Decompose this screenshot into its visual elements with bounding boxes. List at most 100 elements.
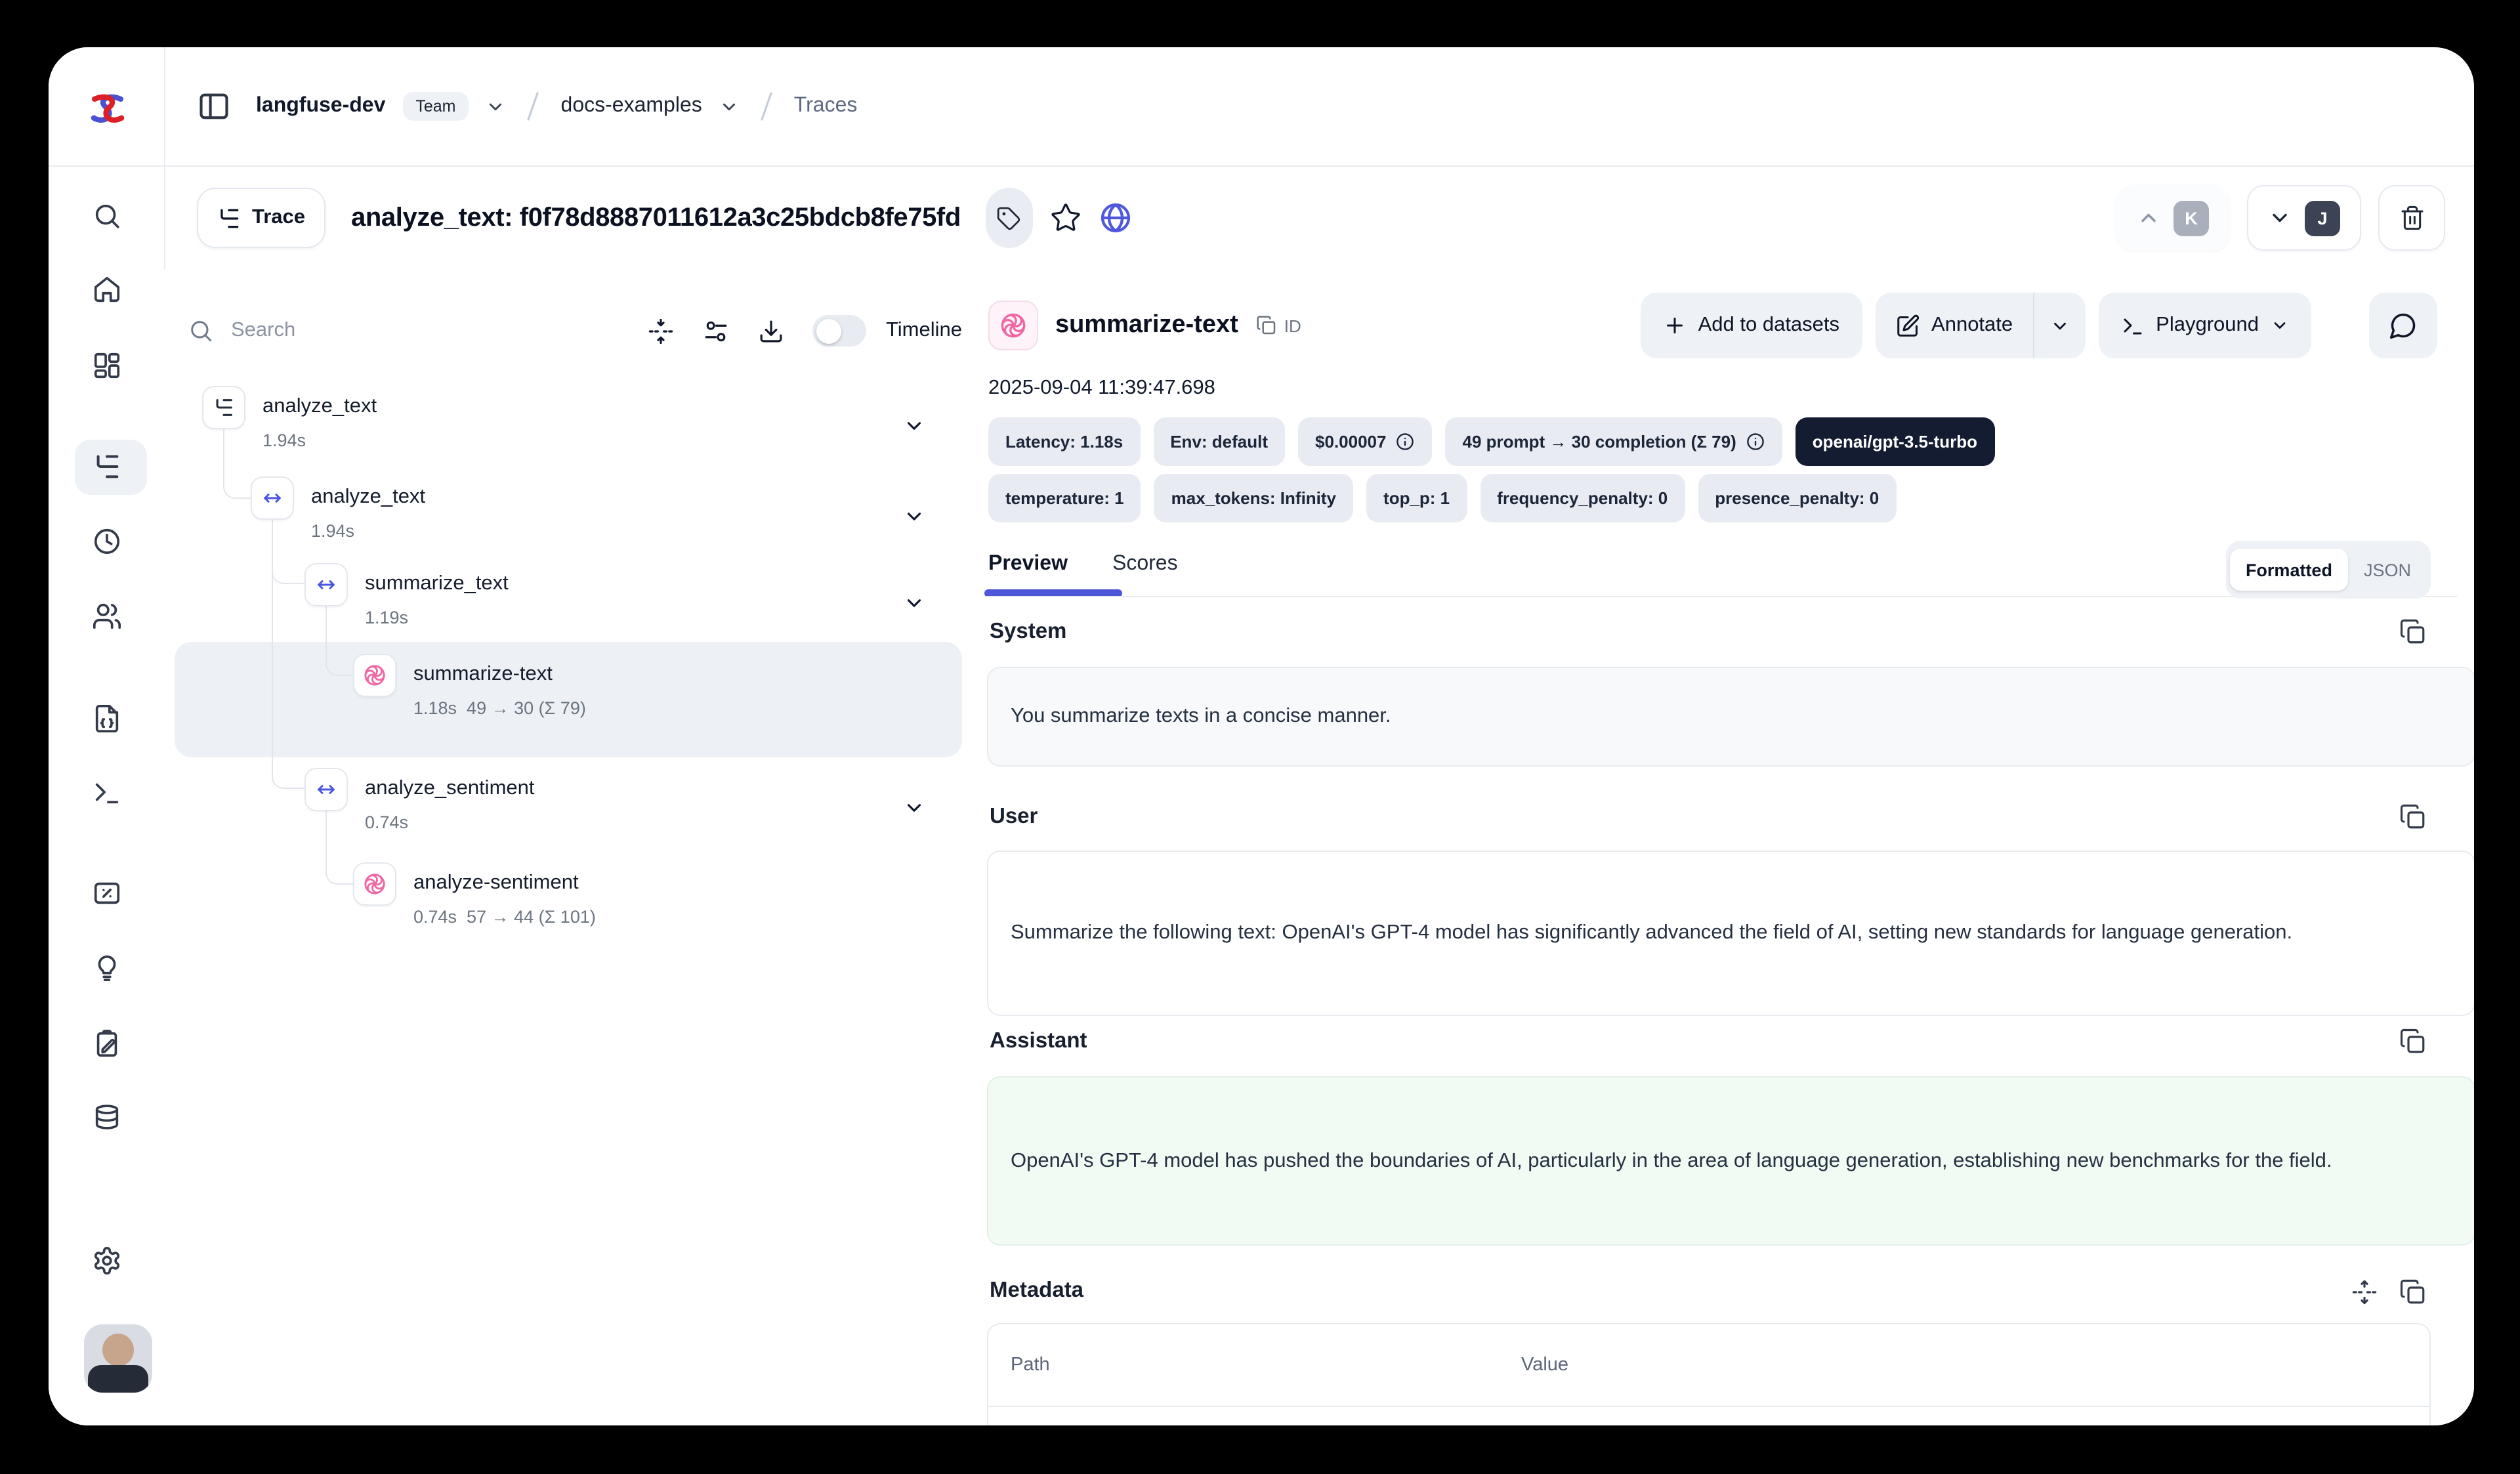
tree-row-generation-selected[interactable]: summarize-text1.18s 49 → 30 (Σ 79) <box>353 660 586 722</box>
copy-id[interactable]: ID <box>1257 315 1301 336</box>
annotate-split-button: Annotate <box>1875 293 2085 358</box>
trace-node-icon <box>202 386 245 429</box>
assistant-message-box: OpenAI's GPT-4 model has pushed the boun… <box>987 1076 2474 1246</box>
chevron-down-icon[interactable] <box>719 96 739 116</box>
tab-scores[interactable]: Scores <box>1112 553 1178 576</box>
generation-node-icon <box>353 862 396 906</box>
delete-trace-button[interactable] <box>2378 185 2445 251</box>
sidebar-item-dashboards[interactable] <box>49 350 164 381</box>
gear-icon <box>91 1246 121 1276</box>
next-observation-button[interactable]: J <box>2247 185 2361 251</box>
system-message-box: You summarize texts in a concise manner. <box>987 667 2474 767</box>
playground-button[interactable]: Playground <box>2098 293 2311 358</box>
sidebar-item-users[interactable] <box>49 601 164 631</box>
sidebar-item-playground[interactable] <box>49 777 164 807</box>
sidebar-item-annotation[interactable] <box>49 1029 164 1059</box>
tree-row-generation[interactable]: analyze-sentiment0.74s 57 → 44 (Σ 101) <box>353 869 596 931</box>
download-button[interactable] <box>757 317 785 345</box>
sidebar-rail <box>49 47 165 1425</box>
copy-metadata-button[interactable] <box>2399 1278 2427 1306</box>
chevron-down-icon <box>2268 206 2292 230</box>
bookmark-star-button[interactable] <box>1050 202 1082 234</box>
annotate-dropdown-button[interactable] <box>2034 293 2085 358</box>
expand-metadata-button[interactable] <box>2351 1278 2378 1306</box>
sidebar-item-sessions[interactable] <box>49 526 164 557</box>
format-formatted-option[interactable]: Formatted <box>2230 549 2348 591</box>
tree-settings-button[interactable] <box>702 317 730 345</box>
sidebar-item-settings[interactable] <box>49 1246 164 1276</box>
chevron-down-icon <box>2049 316 2069 335</box>
collapse-chevron[interactable] <box>903 505 925 528</box>
user-avatar[interactable] <box>84 1324 152 1393</box>
copy-system-button[interactable] <box>2399 618 2427 646</box>
app-window: langfuse-dev Team docs-examples Traces T… <box>49 47 2474 1425</box>
cost-badge[interactable]: $0.00007 <box>1298 417 1432 466</box>
sidebar-item-search[interactable] <box>49 201 164 231</box>
prev-observation-button[interactable]: K <box>2116 185 2230 251</box>
copy-user-button[interactable] <box>2399 803 2427 831</box>
sidebar-item-tracing[interactable] <box>49 452 164 482</box>
avatar-body <box>88 1365 148 1393</box>
collapse-chevron[interactable] <box>903 415 925 437</box>
observation-title: summarize-text <box>1055 311 1238 340</box>
tree-toolbar: Timeline <box>188 302 962 360</box>
chevron-up-icon <box>2137 206 2160 230</box>
public-share-button[interactable] <box>1099 201 1133 235</box>
top-p-badge: top_p: 1 <box>1366 474 1467 522</box>
format-toggle: Formatted JSON <box>2226 541 2431 599</box>
annotate-button[interactable]: Annotate <box>1875 293 2032 358</box>
clock-icon <box>91 526 121 557</box>
trace-type-badge: Trace <box>197 188 325 248</box>
env-badge: Env: default <box>1153 417 1285 466</box>
tree-row-span[interactable]: summarize_text1.19s <box>304 570 509 631</box>
tab-preview[interactable]: Preview <box>988 553 1068 576</box>
info-icon <box>1746 432 1765 452</box>
add-to-datasets-button[interactable]: Add to datasets <box>1641 293 1862 358</box>
search-input[interactable] <box>228 318 391 344</box>
users-icon <box>91 601 121 631</box>
max-tokens-badge: max_tokens: Infinity <box>1154 474 1353 522</box>
tree-search[interactable] <box>188 318 620 344</box>
collapse-chevron[interactable] <box>903 797 925 819</box>
metadata-table: Path Value <box>987 1323 2431 1425</box>
plus-icon <box>1663 314 1687 337</box>
breadcrumb-section[interactable]: Traces <box>794 95 858 118</box>
tree-row-span[interactable]: analyze_sentiment0.74s <box>304 774 535 836</box>
terminal-icon <box>91 777 121 807</box>
timeline-label: Timeline <box>886 319 962 343</box>
sidebar-item-prompts[interactable] <box>49 704 164 734</box>
copy-assistant-button[interactable] <box>2399 1028 2427 1055</box>
collapse-all-button[interactable] <box>647 317 675 345</box>
chat-bubble-icon <box>2389 311 2418 340</box>
tree-row-span[interactable]: analyze_text1.94s <box>251 483 425 545</box>
tree-row-trace[interactable]: analyze_text1.94s <box>202 392 377 454</box>
chevron-down-icon <box>2271 316 2289 335</box>
breadcrumb-project[interactable]: langfuse-dev <box>256 95 385 118</box>
toggle-knob <box>816 318 841 343</box>
sidebar-item-scores[interactable] <box>49 878 164 908</box>
breadcrumb-environment[interactable]: docs-examples <box>561 95 702 118</box>
sidebar-item-datasets[interactable] <box>49 1103 164 1133</box>
chevron-down-icon[interactable] <box>486 96 506 116</box>
sidebar-item-home[interactable] <box>49 274 164 305</box>
metadata-col-value: Value <box>1521 1355 1568 1376</box>
format-json-option[interactable]: JSON <box>2348 560 2427 579</box>
fold-vertical-icon <box>647 317 675 345</box>
collapse-chevron[interactable] <box>903 592 925 614</box>
breadcrumb: langfuse-dev Team docs-examples Traces <box>164 47 2474 165</box>
sidebar-item-insights[interactable] <box>49 953 164 983</box>
tags-button[interactable] <box>986 188 1033 248</box>
sidebar-toggle-button[interactable] <box>197 89 231 123</box>
breadcrumb-separator <box>756 89 777 123</box>
shortcut-key-k: K <box>2174 200 2209 236</box>
tag-icon <box>997 205 1022 230</box>
avatar-head <box>102 1334 134 1366</box>
list-tree-icon <box>217 205 242 230</box>
timeline-toggle[interactable] <box>812 315 866 347</box>
presence-penalty-badge: presence_penalty: 0 <box>1698 474 1896 522</box>
comments-button[interactable] <box>2369 293 2437 358</box>
model-badge[interactable]: openai/gpt-3.5-turbo <box>1796 417 1994 466</box>
tokens-badge[interactable]: 49 prompt → 30 completion (Σ 79) <box>1446 417 1782 466</box>
panel-left-icon <box>197 89 231 123</box>
user-message-box: Summarize the following text: OpenAI's G… <box>987 851 2474 1016</box>
